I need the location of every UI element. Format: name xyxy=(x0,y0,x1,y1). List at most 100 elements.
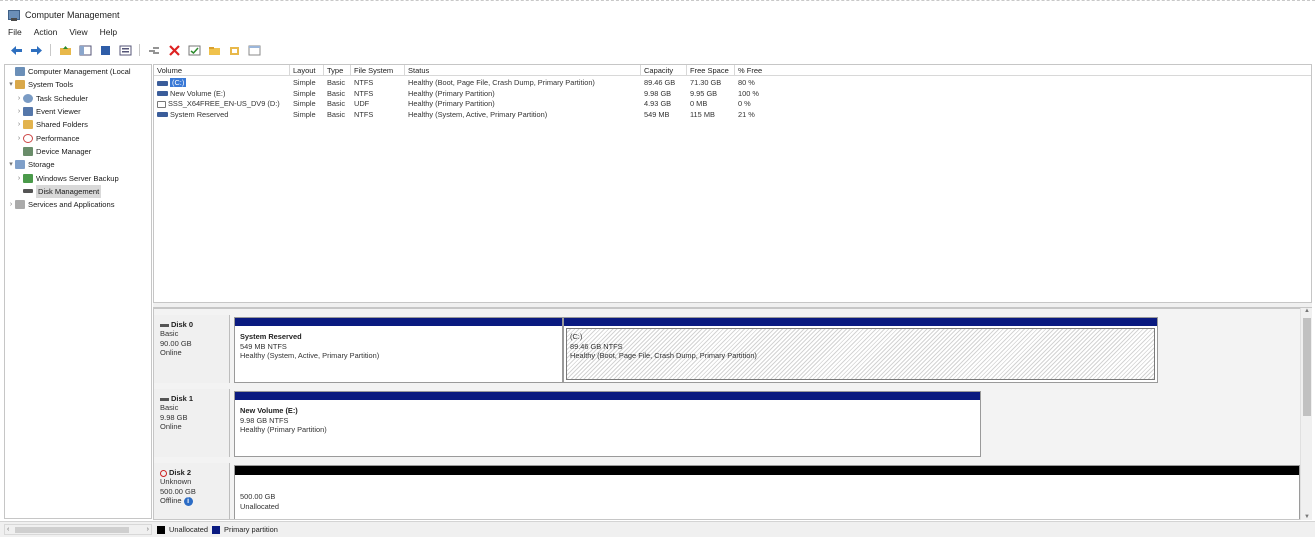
unallocated-swatch xyxy=(157,525,165,534)
disk-row-1[interactable]: Disk 1 Basic 9.98 GB Online New Volume (… xyxy=(154,389,1300,457)
scroll-left-arrow-icon[interactable]: ‹ xyxy=(7,525,9,534)
menu-help[interactable]: Help xyxy=(100,27,117,37)
properties-icon[interactable] xyxy=(97,43,113,57)
volume-icon xyxy=(157,112,168,118)
show-hide-tree-icon[interactable] xyxy=(77,43,93,57)
disk-icon xyxy=(160,323,169,327)
disk-2-label[interactable]: Disk 2 Unknown 500.00 GB Offline i xyxy=(154,463,230,519)
tree-item-system-tools[interactable]: ▾ System Tools xyxy=(5,78,151,91)
expand-icon[interactable]: ▾ xyxy=(7,78,15,91)
column-header-percent-free[interactable]: % Free xyxy=(735,65,1311,76)
tree-item-label: Disk Management xyxy=(36,184,102,198)
volume-cell: (C:) xyxy=(157,78,187,88)
column-header-status[interactable]: Status xyxy=(405,65,641,76)
toolbar-separator xyxy=(50,44,51,56)
scroll-down-arrow-icon[interactable]: ▼ xyxy=(1301,514,1313,520)
column-header-capacity[interactable]: Capacity xyxy=(641,65,687,76)
disk-view-vertical-scrollbar[interactable]: ▲ ▼ xyxy=(1300,308,1312,520)
partition-c-drive[interactable]: (C:) 89.46 GB NTFS Healthy (Boot, Page F… xyxy=(563,317,1158,383)
tree-item-label: Storage xyxy=(28,160,55,170)
column-header-file-system[interactable]: File System xyxy=(351,65,405,76)
partition-new-volume-e[interactable]: New Volume (E:) 9.98 GB NTFS Healthy (Pr… xyxy=(234,391,981,457)
tree-item-computer-management[interactable]: Computer Management (Local xyxy=(5,65,151,78)
bottom-bar: ‹ › Unallocated Primary partition xyxy=(0,521,1315,537)
volume-list: Volume Layout Type File System Status Ca… xyxy=(153,64,1312,303)
window-title: Computer Management xyxy=(25,10,120,20)
disk-0-label[interactable]: Disk 0 Basic 90.00 GB Online xyxy=(154,315,230,383)
disk-row-0[interactable]: Disk 0 Basic 90.00 GB Online System Rese… xyxy=(154,315,1300,383)
partition-color-bar xyxy=(564,318,1157,326)
task-scheduler-icon xyxy=(23,93,33,103)
toolbar-separator xyxy=(139,44,140,56)
event-viewer-icon xyxy=(23,107,33,117)
partition-system-reserved[interactable]: System Reserved 549 MB NTFS Healthy (Sys… xyxy=(234,317,563,383)
back-icon[interactable] xyxy=(8,43,24,57)
tree-item-label: Task Scheduler xyxy=(36,93,88,103)
scroll-up-arrow-icon[interactable]: ▲ xyxy=(1301,308,1313,314)
scroll-right-arrow-icon[interactable]: › xyxy=(147,525,149,534)
tree-item-label: Windows Server Backup xyxy=(36,173,119,183)
menu-action[interactable]: Action xyxy=(34,27,58,37)
column-header-type[interactable]: Type xyxy=(324,65,351,76)
help-icon[interactable] xyxy=(117,43,133,57)
expand-icon[interactable]: › xyxy=(15,118,23,131)
offline-disk-icon xyxy=(160,469,167,477)
tree-item-disk-management[interactable]: Disk Management xyxy=(5,184,151,198)
tree-item-label: Performance xyxy=(36,133,80,143)
expand-icon[interactable]: › xyxy=(15,132,23,145)
column-header-volume[interactable]: Volume xyxy=(154,65,290,76)
toolbar xyxy=(0,40,1315,60)
tree-item-services-and-applications[interactable]: › Services and Applications xyxy=(5,198,151,211)
windows-server-backup-icon xyxy=(23,173,33,183)
tree-item-windows-server-backup[interactable]: › Windows Server Backup xyxy=(5,171,151,184)
window-top-edge xyxy=(0,0,1315,3)
view-icon[interactable] xyxy=(246,43,262,57)
computer-management-icon xyxy=(15,67,25,77)
column-header-free-space[interactable]: Free Space xyxy=(687,65,735,76)
device-manager-icon xyxy=(23,146,33,156)
forward-icon[interactable] xyxy=(28,43,44,57)
expand-icon[interactable]: › xyxy=(15,172,23,185)
tree-item-storage[interactable]: ▾ Storage xyxy=(5,158,151,171)
menu-file[interactable]: File xyxy=(8,27,22,37)
expand-icon[interactable]: ▾ xyxy=(7,158,15,171)
table-row[interactable]: System Reserved Simple Basic NTFS Health… xyxy=(154,110,1311,121)
partition-color-bar xyxy=(235,392,980,400)
table-row[interactable]: SSS_X64FREE_EN-US_DV9 (D:) Simple Basic … xyxy=(154,99,1311,110)
disk-graphical-view: Disk 0 Basic 90.00 GB Online System Rese… xyxy=(153,308,1312,520)
scrollbar-thumb[interactable] xyxy=(15,527,129,533)
disk-1-label[interactable]: Disk 1 Basic 9.98 GB Online xyxy=(154,389,230,457)
scrollbar-thumb[interactable] xyxy=(1303,318,1311,416)
expand-icon[interactable]: › xyxy=(7,198,15,211)
volume-cell: System Reserved xyxy=(157,110,228,120)
menu-view[interactable]: View xyxy=(69,27,87,37)
navigation-tree: Computer Management (Local ▾ System Tool… xyxy=(4,64,152,519)
partition-color-bar xyxy=(235,318,562,326)
disk-row-2[interactable]: Disk 2 Unknown 500.00 GB Offline i 500.0… xyxy=(154,463,1300,519)
tree-horizontal-scrollbar[interactable]: ‹ › xyxy=(4,524,152,535)
check-icon[interactable] xyxy=(186,43,202,57)
disk-icon xyxy=(160,397,169,401)
tree-item-task-scheduler[interactable]: › Task Scheduler xyxy=(5,92,151,105)
folder-icon[interactable] xyxy=(206,43,222,57)
up-folder-icon[interactable] xyxy=(57,43,73,57)
disk-legend: Unallocated Primary partition xyxy=(157,525,278,534)
tree-item-label: Shared Folders xyxy=(36,120,88,130)
partition-unallocated[interactable]: 500.00 GB Unallocated xyxy=(234,465,1300,519)
dvd-icon xyxy=(157,100,166,108)
tree-item-label: System Tools xyxy=(28,80,74,90)
tree-item-performance[interactable]: › Performance xyxy=(5,131,151,144)
connect-icon[interactable] xyxy=(146,43,162,57)
column-header-layout[interactable]: Layout xyxy=(290,65,324,76)
expand-icon[interactable]: › xyxy=(15,92,23,105)
wizard-icon[interactable] xyxy=(226,43,242,57)
expand-icon[interactable]: › xyxy=(15,105,23,118)
tree-item-shared-folders[interactable]: › Shared Folders xyxy=(5,118,151,131)
performance-icon xyxy=(23,133,33,143)
table-row[interactable]: New Volume (E:) Simple Basic NTFS Health… xyxy=(154,89,1311,100)
delete-icon[interactable] xyxy=(166,43,182,57)
table-row[interactable]: (C:) Simple Basic NTFS Healthy (Boot, Pa… xyxy=(154,78,1311,89)
tree-item-event-viewer[interactable]: › Event Viewer xyxy=(5,105,151,118)
tree-item-device-manager[interactable]: Device Manager xyxy=(5,145,151,158)
info-icon[interactable]: i xyxy=(183,496,193,506)
